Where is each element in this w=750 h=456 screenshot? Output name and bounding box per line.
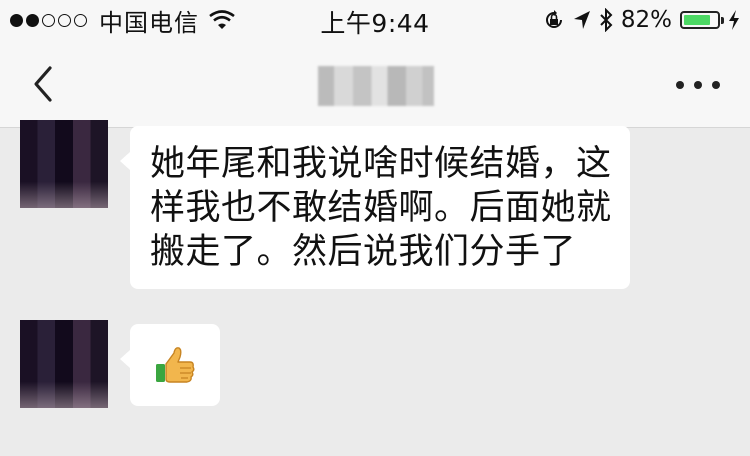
battery-cap: [721, 17, 724, 24]
avatar[interactable]: [20, 320, 108, 408]
status-bar: 中国电信 上午9:44 82%: [0, 0, 750, 40]
battery-percent: 82%: [620, 7, 672, 33]
battery-level: [684, 15, 711, 25]
bluetooth-icon: [600, 8, 613, 32]
message-bubble[interactable]: 她年尾和我说啥时候结婚，这样我也不敢结婚啊。后面她就搬走了。然后说我们分手了: [120, 126, 630, 289]
more-dot: [712, 81, 720, 89]
back-button[interactable]: [26, 62, 62, 106]
charging-bolt-icon: [729, 10, 739, 30]
chat-title-blurred: [318, 66, 434, 106]
thumbs-up-icon: [156, 347, 195, 383]
orientation-lock-icon: [545, 10, 562, 28]
message-text: 她年尾和我说啥时候结婚，这样我也不敢结婚啊。后面她就搬走了。然后说我们分手了: [150, 144, 612, 272]
avatar[interactable]: [20, 120, 108, 208]
chevron-left-icon: [34, 66, 52, 102]
chat-header: [0, 40, 750, 128]
status-right: 82%: [543, 6, 740, 34]
message-bubble[interactable]: [120, 324, 220, 406]
more-dot: [676, 81, 684, 89]
location-arrow-icon: [573, 11, 590, 29]
battery-icon: [680, 11, 724, 29]
more-dot: [694, 81, 702, 89]
more-button[interactable]: [676, 70, 720, 100]
